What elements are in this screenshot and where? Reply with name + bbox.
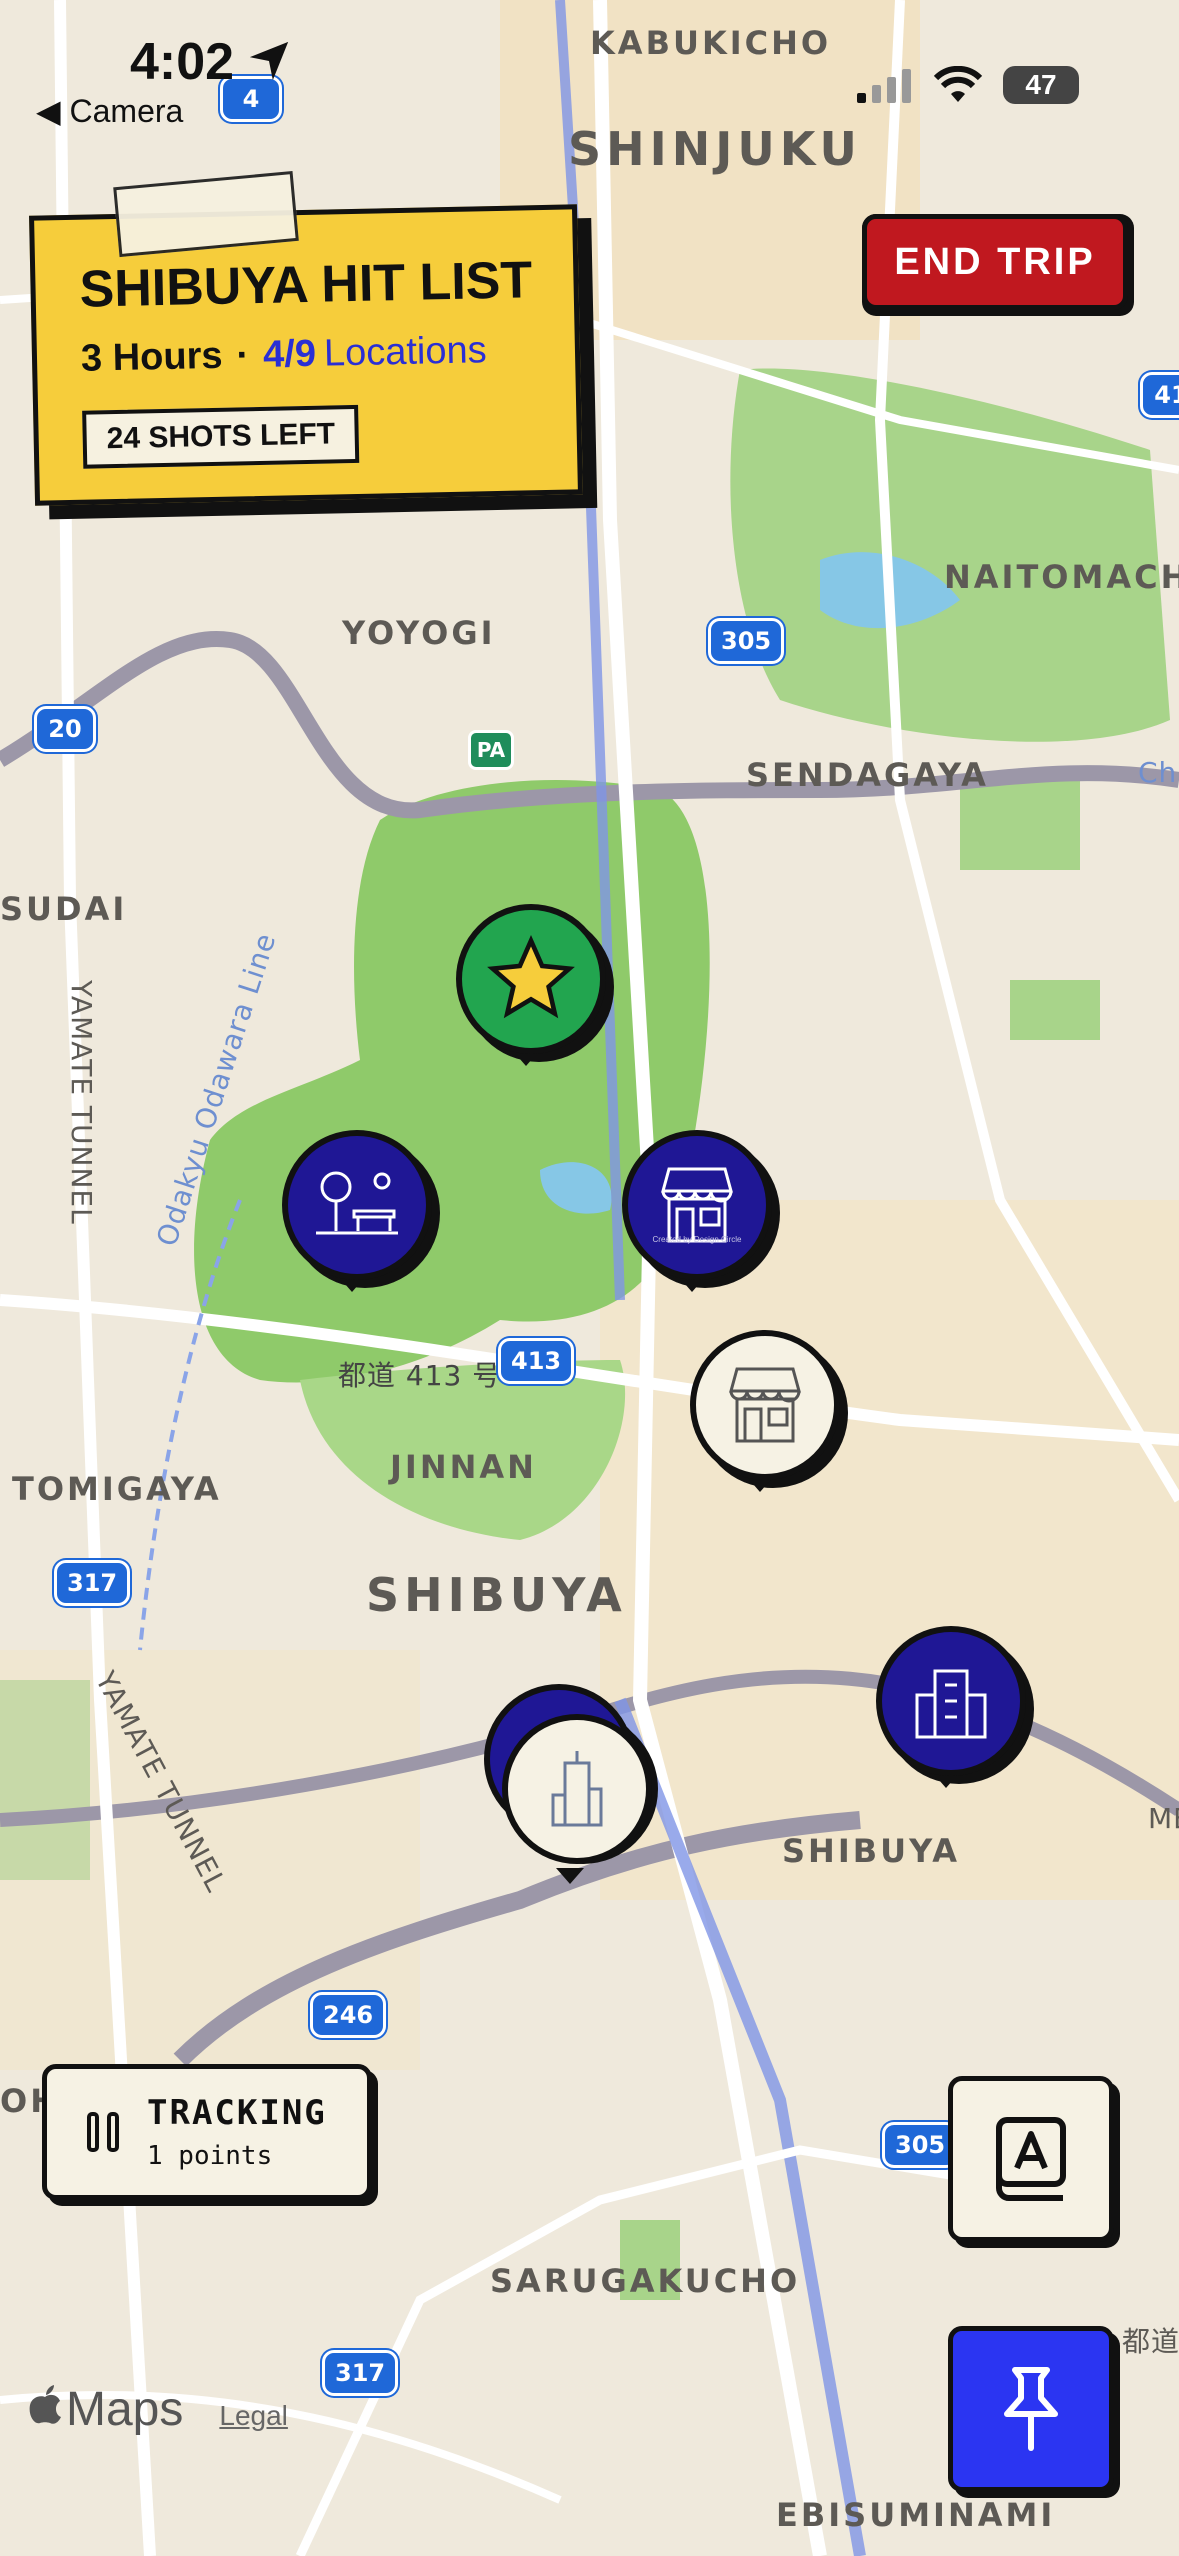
map-label-ebisuminami: EBISUMINAMI: [776, 2496, 1056, 2534]
shop-icon: [729, 1367, 801, 1443]
map-label-sarugakucho: SARUGAKUCHO: [490, 2262, 801, 2300]
battery-indicator: 47: [1003, 66, 1079, 104]
status-time: 4:02: [130, 33, 235, 91]
end-trip-label: END TRIP: [862, 214, 1128, 310]
map-pin-park[interactable]: [282, 1130, 432, 1280]
map-label-ch: Ch: [1138, 756, 1178, 789]
maps-label: Maps: [66, 2383, 184, 2436]
map-label-road-413: 都道 413 号: [338, 1359, 502, 1392]
map-pin-shop[interactable]: Created by Design Circle: [622, 1130, 772, 1280]
journal-button[interactable]: [948, 2076, 1114, 2242]
wifi-icon: [933, 66, 983, 102]
end-trip-button[interactable]: END TRIP: [862, 214, 1134, 316]
location-arrow-icon: [249, 41, 289, 81]
trip-card[interactable]: SHIBUYA HIT LIST 3 Hours · 4/9 Locations…: [29, 171, 598, 520]
map-pin-star[interactable]: [456, 904, 606, 1054]
route-shield-317: 317: [54, 1560, 131, 1606]
map-label-shinjuku: SHINJUKU: [568, 122, 862, 176]
route-shield-317-south: 317: [322, 2350, 399, 2396]
tracking-toggle[interactable]: TRACKING 1 points: [42, 2064, 372, 2200]
back-to-camera-link[interactable]: ◀ Camera: [36, 92, 183, 130]
shots-left-badge: 24 SHOTS LEFT: [82, 404, 360, 469]
drop-pin-button[interactable]: [948, 2326, 1114, 2492]
tape-decoration: [113, 171, 299, 258]
map-label-tomigaya: TOMIGAYA: [12, 1470, 222, 1508]
apple-maps-logo: Maps: [28, 2382, 183, 2437]
trip-title: SHIBUYA HIT LIST: [78, 251, 533, 319]
pushpin-icon: [1004, 2367, 1058, 2451]
route-shield-305: 305: [708, 618, 785, 664]
map-label-sudai: SUDAI: [0, 890, 128, 928]
map-label-shibuya-station: SHIBUYA: [782, 1832, 960, 1870]
map-label-road-right: 都道 4: [1122, 2325, 1179, 2358]
route-shield-246: 246: [310, 1992, 387, 2038]
map-label-shibuya-area: SHIBUYA: [366, 1568, 627, 1622]
book-icon: [996, 2117, 1066, 2201]
legal-link[interactable]: Legal: [219, 2400, 288, 2432]
map-label-yamate-tunnel: YAMATE TUNNEL: [65, 980, 98, 1225]
map-label-naitomachi: NAITOMACHI: [944, 558, 1179, 596]
pin-credit: Created by Design Circle: [652, 1235, 742, 1244]
star-icon: [487, 934, 575, 1019]
apple-logo-icon: [29, 2385, 61, 2424]
trip-duration: 3 Hours: [80, 334, 223, 380]
locations-label: Locations: [323, 329, 488, 375]
map-label-yoyogi: YOYOGI: [342, 614, 496, 652]
route-shield-20: 20: [34, 706, 96, 752]
cellular-signal-icon: [857, 69, 911, 103]
tracking-title: TRACKING: [147, 2093, 327, 2133]
map-pin-building[interactable]: [876, 1626, 1026, 1776]
route-shield-305-south: 305: [882, 2122, 959, 2168]
map-pin-stack-top[interactable]: [502, 1714, 652, 1864]
map-label-jinnan: JINNAN: [390, 1448, 537, 1486]
pause-icon: [87, 2112, 119, 2152]
map-label-kabukicho: KABUKICHO: [590, 24, 832, 62]
separator-dot: ·: [236, 334, 250, 377]
locations-count: 4/9: [262, 332, 317, 376]
skyscraper-icon: [551, 1751, 603, 1827]
route-shield-413: 413: [498, 1338, 575, 1384]
parking-area-shield: PA: [468, 730, 514, 770]
map-label-me: ME: [1148, 1802, 1179, 1835]
map-pin-shop-visited[interactable]: [690, 1330, 840, 1480]
building-icon: [915, 1669, 987, 1739]
route-shield-41: 41: [1140, 372, 1179, 418]
map-label-sendagaya: SENDAGAYA: [746, 756, 989, 794]
park-icon: [316, 1171, 398, 1235]
tracking-points: 1 points: [147, 2141, 273, 2171]
